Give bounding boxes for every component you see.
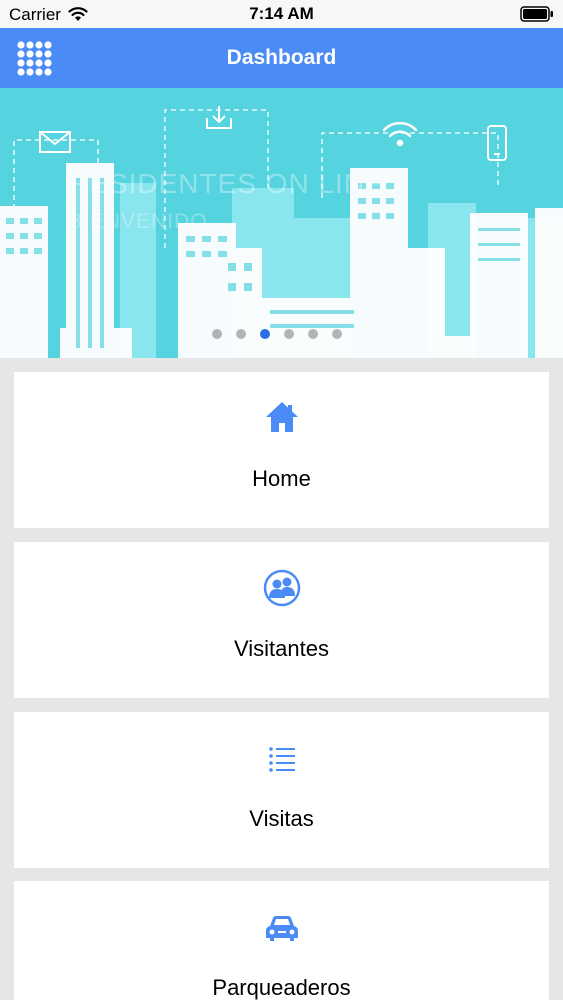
pager-dot-active[interactable]: [260, 329, 270, 339]
grid-menu-icon[interactable]: [16, 40, 52, 76]
car-icon: [265, 916, 298, 941]
pager-dot[interactable]: [308, 329, 318, 339]
banner-subtitle: BIENVENIDO: [68, 210, 208, 233]
menu-card-label: Parqueaderos: [212, 975, 351, 1000]
app-screen: Carrier 7:14 AM Dashboard RESIDENTES ON …: [0, 0, 563, 1000]
home-icon: [265, 402, 298, 432]
pager-dot[interactable]: [284, 329, 294, 339]
menu-card-home[interactable]: Home: [14, 372, 549, 528]
menu-card-label: Visitantes: [234, 636, 329, 661]
pager-dot[interactable]: [236, 329, 246, 339]
banner-title: RESIDENTES ON LINE: [68, 168, 385, 199]
banner-carousel[interactable]: RESIDENTES ON LINE BIENVENIDO: [0, 88, 563, 358]
pager-dot[interactable]: [332, 329, 342, 339]
status-bar: Carrier 7:14 AM: [0, 0, 563, 28]
visitors-icon: [263, 569, 300, 607]
carousel-pager[interactable]: [212, 328, 352, 340]
battery-icon: [520, 6, 553, 22]
menu-card-label: Home: [252, 466, 311, 491]
menu-card-visitantes[interactable]: Visitantes: [14, 542, 549, 698]
menu-card-label: Visitas: [249, 806, 314, 831]
nav-bar: Dashboard: [0, 28, 563, 88]
menu-card-parqueaderos[interactable]: Parqueaderos: [14, 881, 549, 1000]
pager-dot[interactable]: [212, 329, 222, 339]
page-title: Dashboard: [226, 46, 337, 69]
list-icon: [268, 747, 295, 772]
status-time: 7:14 AM: [249, 4, 314, 23]
menu-card-visitas[interactable]: Visitas: [14, 712, 549, 868]
